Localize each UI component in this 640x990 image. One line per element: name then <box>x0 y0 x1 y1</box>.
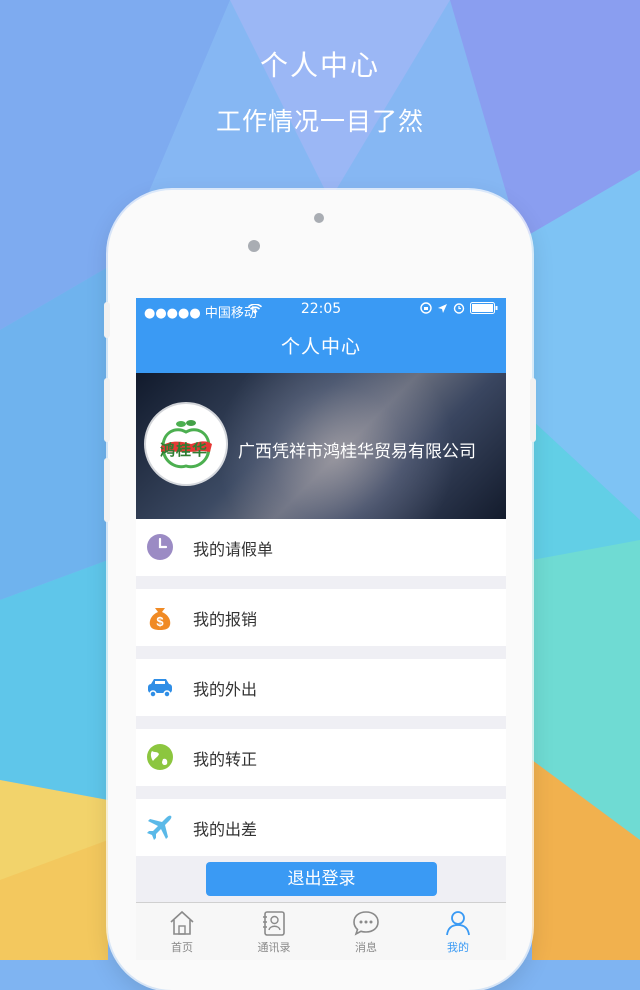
tab-label-messages: 消息 <box>355 941 377 954</box>
rotation-lock-icon <box>420 302 432 314</box>
phone-camera <box>248 240 260 252</box>
promo-title: 个人中心 <box>259 49 380 82</box>
tab-mine[interactable]: 我的 <box>412 903 504 960</box>
tab-label-mine: 我的 <box>447 941 469 954</box>
user-icon <box>446 911 470 936</box>
menu-item-outing[interactable]: 我的外出 <box>136 659 506 716</box>
nav-title: 个人中心 <box>136 322 506 373</box>
volume-down-button <box>104 458 110 522</box>
phone-speaker <box>314 213 324 223</box>
tab-label-home: 首页 <box>171 941 193 954</box>
chat-icon <box>353 911 379 936</box>
tab-contacts[interactable]: 通讯录 <box>228 903 320 960</box>
menu-item-reimburse[interactable]: $ 我的报销 <box>136 589 506 646</box>
menu-label-leave: 我的请假单 <box>193 540 274 559</box>
tab-label-contacts: 通讯录 <box>257 941 291 954</box>
money-bag-icon: $ <box>149 608 171 630</box>
tab-bar: 首页 通讯录 消息 我的 <box>136 902 506 960</box>
contacts-icon <box>263 911 285 936</box>
menu-label-business-trip: 我的出差 <box>193 820 258 839</box>
company-name: 广西凭祥市鸿桂华贸易有限公司 <box>238 442 476 462</box>
home-icon <box>170 910 194 935</box>
car-icon <box>148 679 172 698</box>
profile-banner: 鸿桂华 广西凭祥市鸿桂华贸易有限公司 <box>136 373 506 519</box>
clock-icon <box>147 534 173 560</box>
menu-label-regularization: 我的转正 <box>193 750 258 769</box>
promo-subtitle: 工作情况一目了然 <box>215 107 424 136</box>
battery-icon <box>470 302 498 314</box>
mute-switch <box>104 302 110 338</box>
status-right-icons <box>420 302 498 314</box>
tab-home[interactable]: 首页 <box>136 903 228 960</box>
volume-up-button <box>104 378 110 442</box>
menu-label-reimburse: 我的报销 <box>193 610 258 629</box>
location-icon <box>438 303 447 313</box>
menu-item-business-trip[interactable]: 我的出差 <box>136 799 506 856</box>
globe-icon <box>147 744 173 770</box>
svg-text:$: $ <box>156 614 164 629</box>
menu-label-outing: 我的外出 <box>193 680 258 699</box>
status-bar: ●●●●● 中国移动 22:05 <box>136 298 506 322</box>
logo-text: 鸿桂华 <box>160 441 209 459</box>
tab-messages[interactable]: 消息 <box>320 903 412 960</box>
power-button <box>530 378 536 442</box>
menu-item-regularization[interactable]: 我的转正 <box>136 729 506 786</box>
logout-button[interactable]: 退出登录 <box>206 862 437 896</box>
alarm-icon <box>453 303 465 314</box>
menu-item-leave[interactable]: 我的请假单 <box>136 519 506 576</box>
company-logo: 鸿桂华 <box>146 404 226 484</box>
airplane-icon <box>147 815 172 840</box>
app-screen: ●●●●● 中国移动 22:05 个人中心 鸿桂华 广西凭祥市鸿桂华贸易有限公司 <box>136 298 506 960</box>
